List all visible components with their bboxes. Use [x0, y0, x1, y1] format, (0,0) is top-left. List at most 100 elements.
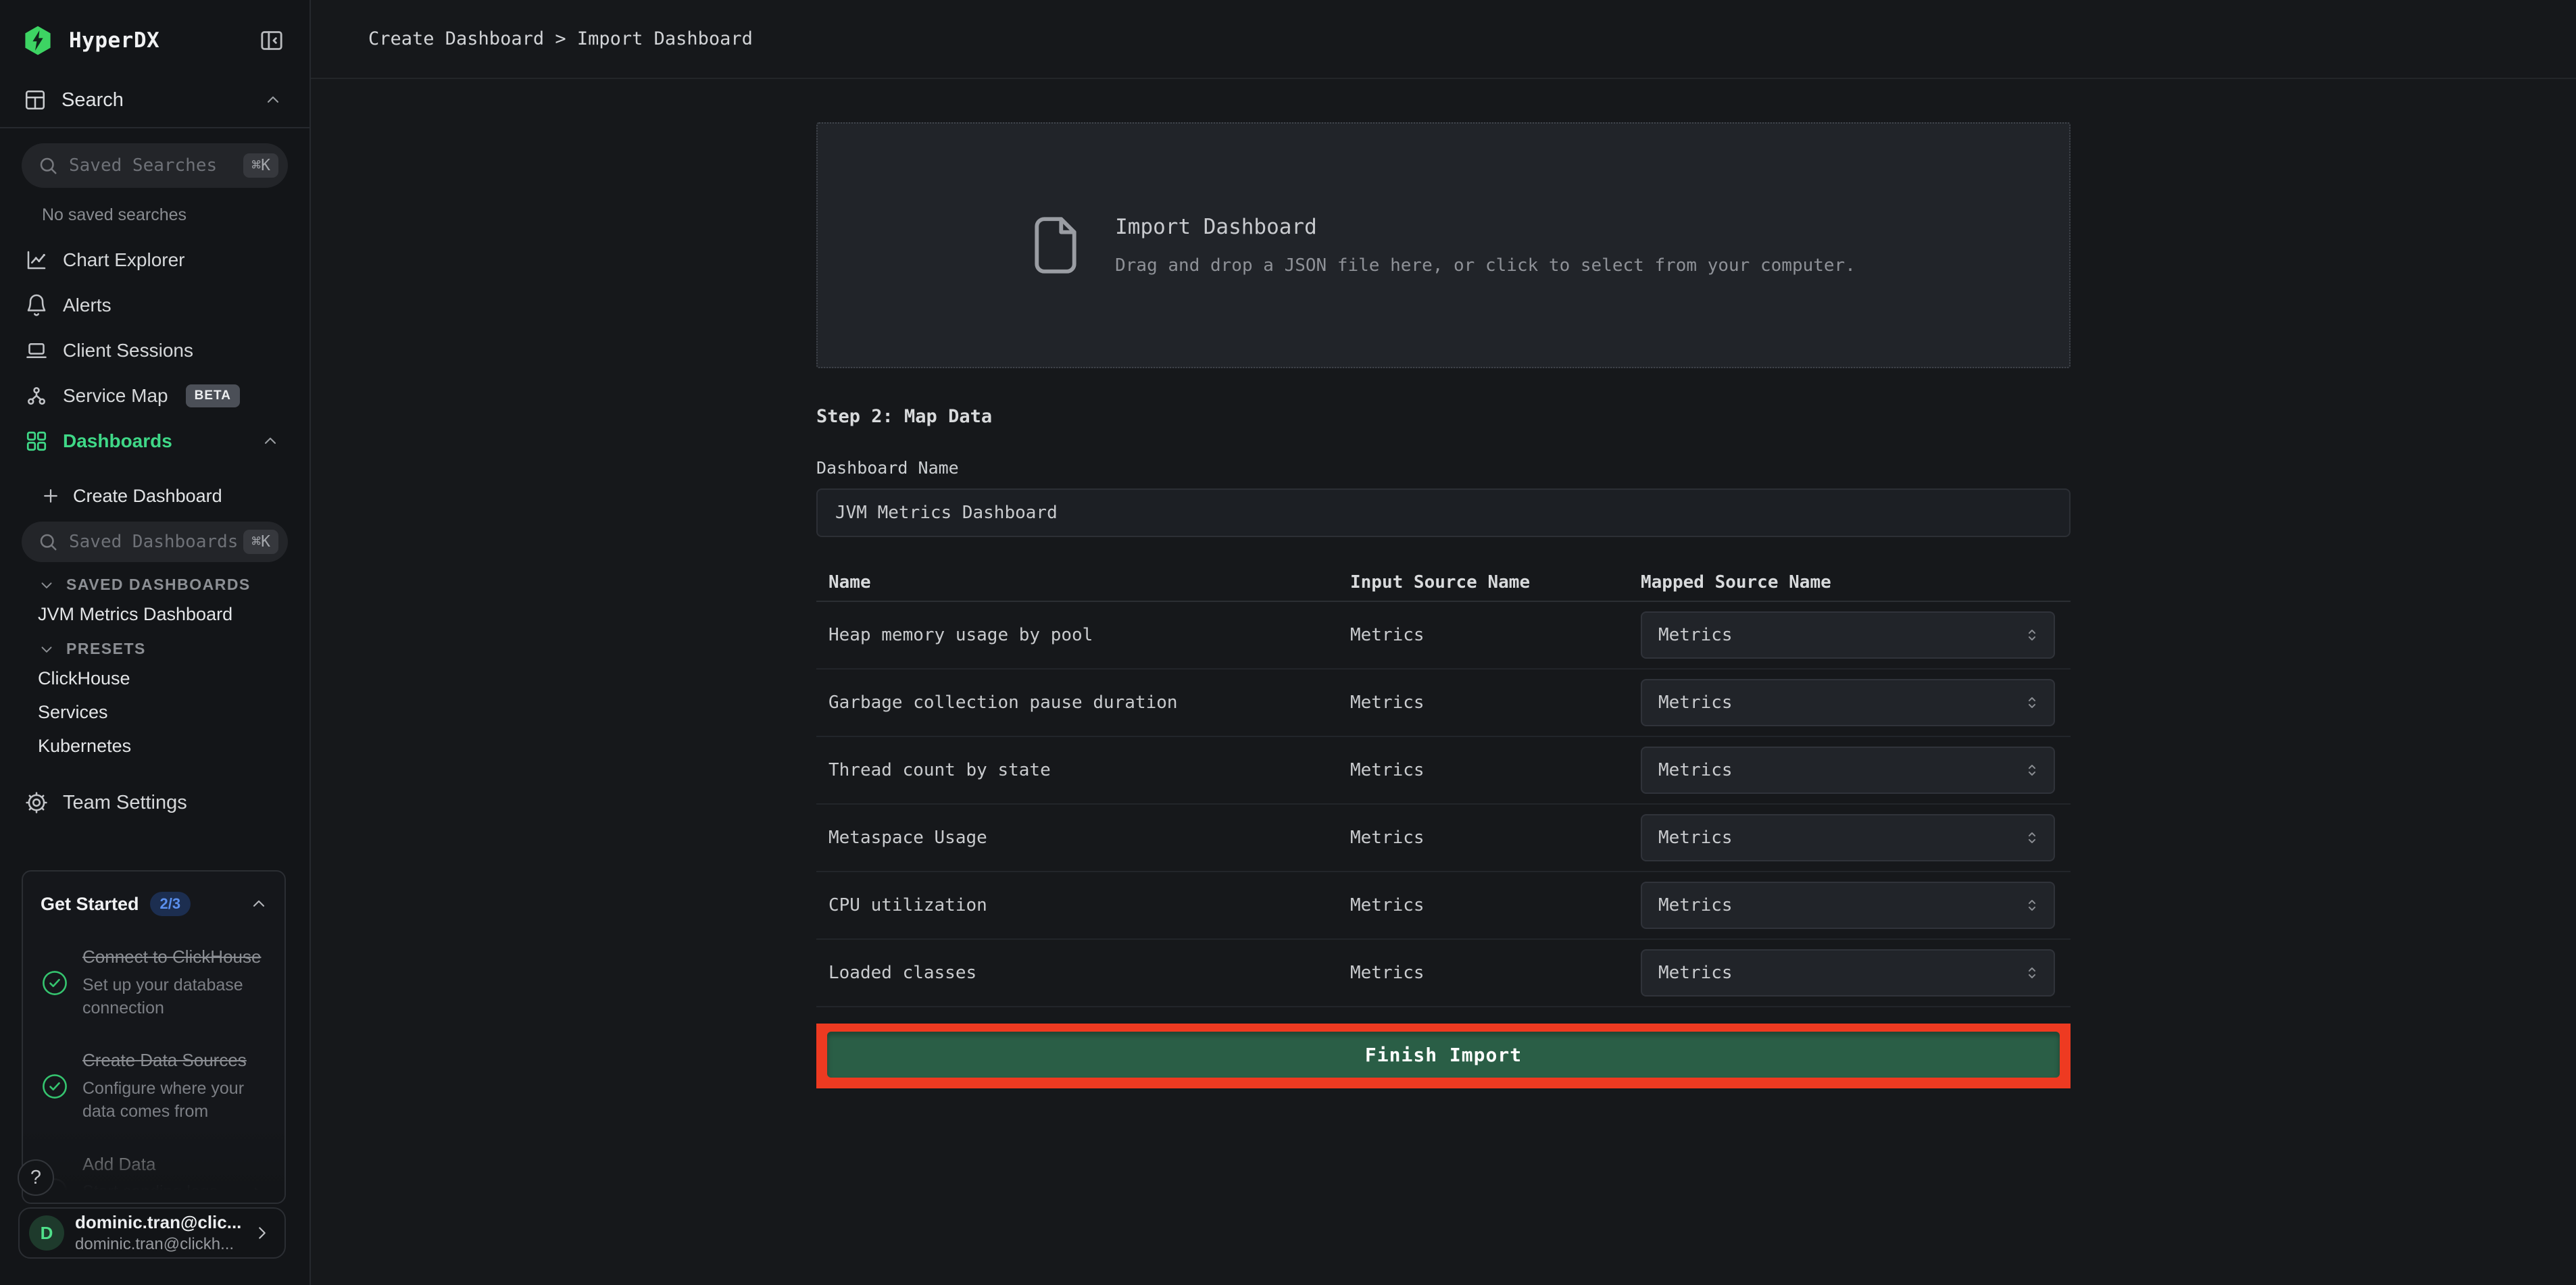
logo-row: HyperDX: [0, 0, 309, 57]
selected-value: Metrics: [1658, 692, 1733, 713]
selector-chevrons-icon: [2023, 761, 2041, 780]
saved-dashboards-section-header[interactable]: SAVED DASHBOARDS: [0, 576, 309, 594]
chevron-up-icon[interactable]: [264, 91, 282, 109]
help-button[interactable]: ?: [18, 1159, 54, 1196]
mapped-source-select[interactable]: Metrics: [1641, 949, 2055, 997]
mapped-source-select[interactable]: Metrics: [1641, 747, 2055, 794]
brand-name: HyperDX: [69, 28, 159, 53]
table-row: Metaspace Usage Metrics Metrics: [816, 805, 2071, 872]
search-icon: [38, 532, 58, 552]
table-row: CPU utilization Metrics Metrics: [816, 872, 2071, 940]
table-row: Loaded classes Metrics Metrics: [816, 940, 2071, 1007]
chart-name: CPU utilization: [816, 895, 1350, 915]
input-source-name: Metrics: [1350, 692, 1641, 713]
get-started-item-add-data[interactable]: Add Data Start sending logs, metrics, or…: [41, 1153, 268, 1204]
mapped-source-select[interactable]: Metrics: [1641, 679, 2055, 726]
user-name: dominic.tran@clic...: [75, 1212, 241, 1233]
section-title: SAVED DASHBOARDS: [66, 576, 251, 594]
check-circle-icon: [41, 946, 69, 1019]
sidebar-item-chart-explorer[interactable]: Chart Explorer: [0, 237, 309, 282]
nav-label: Service Map: [63, 385, 168, 407]
mapped-source-select[interactable]: Metrics: [1641, 814, 2055, 861]
input-source-name: Metrics: [1350, 625, 1641, 645]
selected-value: Metrics: [1658, 625, 1733, 645]
sidebar-item-alerts[interactable]: Alerts: [0, 282, 309, 328]
chevron-up-icon[interactable]: [249, 895, 268, 913]
hyperdx-logo-icon: [22, 24, 54, 57]
selector-chevrons-icon: [2023, 693, 2041, 712]
input-source-name: Metrics: [1350, 963, 1641, 983]
presets-section-header[interactable]: PRESETS: [0, 640, 309, 658]
collapse-sidebar-icon[interactable]: [258, 27, 285, 54]
nav-label: Alerts: [63, 295, 112, 316]
import-dashboard-page: Import Dashboard Drag and drop a JSON fi…: [816, 122, 2071, 1088]
get-started-item-title: Connect to ClickHouse: [82, 946, 268, 969]
mapped-source-select[interactable]: Metrics: [1641, 611, 2055, 659]
mapping-table: Name Input Source Name Mapped Source Nam…: [816, 564, 2071, 1007]
main-area: Create Dashboard > Import Dashboard Impo…: [311, 0, 2576, 1285]
search-board-icon: [23, 88, 47, 112]
selected-value: Metrics: [1658, 963, 1733, 983]
column-header-name: Name: [816, 572, 1350, 593]
saved-searches-search[interactable]: ⌘K: [22, 143, 288, 188]
nav-label: Client Sessions: [63, 340, 193, 361]
selected-value: Metrics: [1658, 895, 1733, 915]
sidebar-item-team-settings[interactable]: Team Settings: [0, 786, 309, 819]
create-dashboard-button[interactable]: Create Dashboard: [0, 477, 309, 515]
mapped-source-select[interactable]: Metrics: [1641, 882, 2055, 929]
input-source-name: Metrics: [1350, 828, 1641, 848]
selector-chevrons-icon: [2023, 828, 2041, 847]
saved-searches-input[interactable]: [69, 155, 243, 176]
chevron-up-icon[interactable]: [261, 432, 280, 451]
search-section-label: Search: [61, 89, 124, 111]
team-settings-label: Team Settings: [63, 792, 187, 814]
column-header-mapped-source: Mapped Source Name: [1641, 572, 2071, 593]
service-map-icon: [24, 384, 49, 408]
section-title: PRESETS: [66, 640, 146, 658]
json-dropzone[interactable]: Import Dashboard Drag and drop a JSON fi…: [816, 122, 2071, 368]
sidebar-item-jvm-metrics-dashboard[interactable]: JVM Metrics Dashboard: [0, 602, 309, 626]
nav-label: Dashboards: [63, 430, 172, 452]
sidebar-nav: Chart Explorer Alerts Client Sessions: [0, 237, 309, 463]
chart-name: Loaded classes: [816, 963, 1350, 983]
dropzone-subtitle: Drag and drop a JSON file here, or click…: [1115, 255, 1856, 276]
selected-value: Metrics: [1658, 760, 1733, 780]
table-header-row: Name Input Source Name Mapped Source Nam…: [816, 564, 2071, 602]
beta-badge: BETA: [186, 384, 240, 407]
sidebar-item-service-map[interactable]: Service Map BETA: [0, 373, 309, 418]
sidebar-item-dashboards[interactable]: Dashboards: [0, 418, 309, 463]
sidebar: HyperDX Search: [0, 0, 311, 1285]
dashboards-grid-icon: [24, 429, 49, 453]
step-title: Step 2: Map Data: [816, 406, 2071, 427]
arrow-right-icon: [244, 1183, 264, 1203]
sidebar-item-kubernetes[interactable]: Kubernetes: [0, 734, 309, 758]
column-header-input-source: Input Source Name: [1350, 572, 1641, 593]
file-icon: [1031, 215, 1080, 276]
sidebar-item-search[interactable]: Search: [0, 57, 309, 112]
dropzone-title: Import Dashboard: [1115, 215, 1856, 239]
dashboard-name-label: Dashboard Name: [816, 458, 2071, 478]
chart-name: Metaspace Usage: [816, 828, 1350, 848]
input-source-name: Metrics: [1350, 895, 1641, 915]
top-bar: Create Dashboard > Import Dashboard: [311, 0, 2576, 79]
app-window: HyperDX Search: [0, 0, 2576, 1285]
get-started-item-connect[interactable]: Connect to ClickHouse Set up your databa…: [41, 946, 268, 1019]
get-started-item-data-sources[interactable]: Create Data Sources Configure where your…: [41, 1049, 268, 1123]
saved-dashboards-input[interactable]: [69, 532, 243, 552]
shortcut-badge: ⌘K: [243, 153, 278, 178]
chevron-down-icon: [38, 640, 55, 658]
sidebar-item-services[interactable]: Services: [0, 700, 309, 724]
nav-label: Chart Explorer: [63, 249, 185, 271]
dashboard-name-input[interactable]: [816, 488, 2071, 537]
selector-chevrons-icon: [2023, 963, 2041, 982]
user-menu[interactable]: D dominic.tran@clic... dominic.tran@clic…: [18, 1207, 286, 1259]
sidebar-item-clickhouse[interactable]: ClickHouse: [0, 666, 309, 690]
saved-dashboards-search[interactable]: ⌘K: [22, 522, 288, 562]
chart-name: Thread count by state: [816, 760, 1350, 780]
sidebar-item-client-sessions[interactable]: Client Sessions: [0, 328, 309, 373]
selector-chevrons-icon: [2023, 626, 2041, 645]
breadcrumb: Create Dashboard > Import Dashboard: [368, 28, 753, 49]
chart-name: Heap memory usage by pool: [816, 625, 1350, 645]
no-saved-searches-text: No saved searches: [42, 205, 309, 225]
finish-import-button[interactable]: Finish Import: [827, 1032, 2060, 1078]
